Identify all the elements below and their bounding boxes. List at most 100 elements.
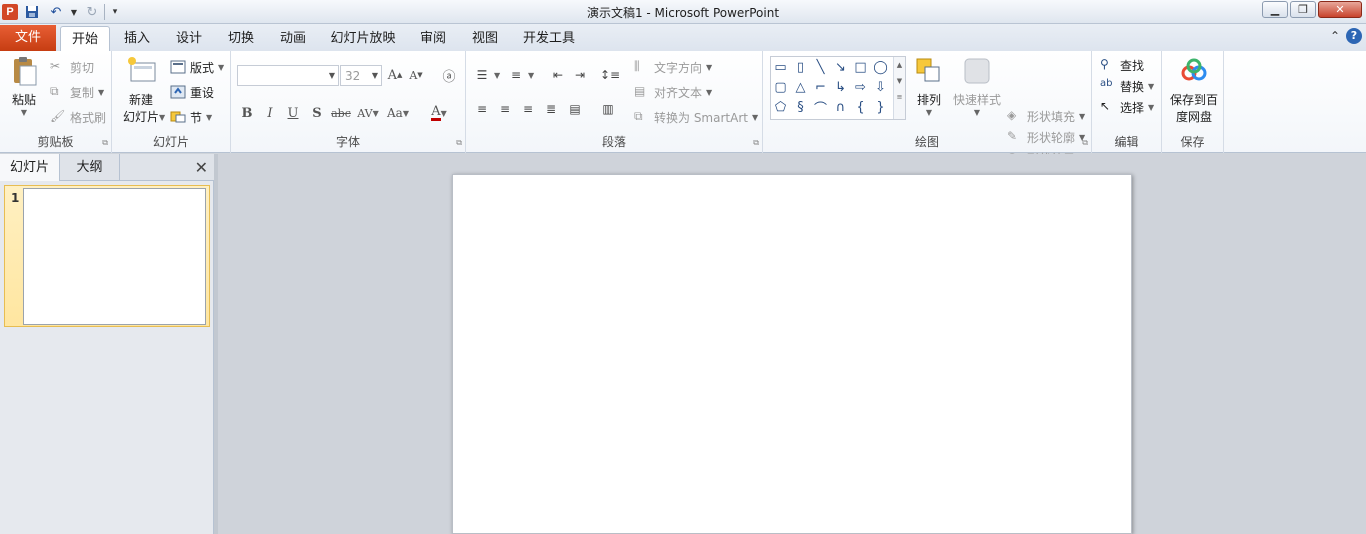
line-shape-icon[interactable]: ╲: [811, 58, 830, 77]
character-spacing-icon[interactable]: AV ▼: [357, 103, 379, 123]
replace-label: 替换: [1120, 79, 1145, 94]
line-spacing-icon[interactable]: ↕≡: [600, 65, 620, 85]
gallery-more-icon[interactable]: ≡: [894, 93, 905, 101]
section-button[interactable]: 节 ▼: [170, 107, 212, 127]
shrink-font-icon[interactable]: A ▼: [406, 65, 426, 85]
shape-fill-button[interactable]: ◈ 形状填充 ▼: [1007, 106, 1085, 126]
cut-button[interactable]: ✂ 剪切: [50, 57, 94, 77]
layout-button[interactable]: 版式 ▼: [170, 57, 224, 77]
slide-thumbnail[interactable]: [23, 188, 206, 325]
slide-thumbnail-item[interactable]: 1: [4, 185, 210, 327]
textbox-shape-icon[interactable]: ▭: [771, 58, 790, 77]
close-icon[interactable]: ✕: [195, 158, 208, 177]
rounded-rectangle-shape-icon[interactable]: ▢: [771, 78, 790, 97]
help-icon[interactable]: ?: [1346, 28, 1362, 44]
ribbon: 粘贴 ▼ ✂ 剪切 ⧉ 复制 ▼ 🖌 格式刷 剪贴板 ⧉ 新建 幻灯片 ▼ 版式…: [0, 51, 1366, 166]
tab-home[interactable]: 开始: [60, 26, 110, 52]
bullets-icon[interactable]: ☰: [472, 65, 492, 85]
arrange-button[interactable]: 排列 ▼: [910, 55, 948, 117]
strikethrough-icon[interactable]: abc: [331, 103, 351, 123]
font-color-icon[interactable]: A ▼: [429, 103, 449, 123]
justify-icon[interactable]: ≣: [541, 99, 561, 119]
decrease-indent-icon[interactable]: ⇤: [548, 65, 568, 85]
scribble-shape-icon[interactable]: §: [791, 98, 810, 117]
align-text-button[interactable]: ▤ 对齐文本 ▼: [634, 82, 712, 102]
tab-insert[interactable]: 插入: [115, 26, 159, 51]
align-right-icon[interactable]: ≡: [518, 99, 538, 119]
bold-icon[interactable]: B: [237, 103, 257, 123]
right-arrow-shape-icon[interactable]: ⇨: [851, 78, 870, 97]
pane-tab-slides[interactable]: 幻灯片: [0, 154, 60, 181]
collapse-ribbon-icon[interactable]: ⌃: [1330, 29, 1340, 43]
reset-button[interactable]: 重设: [170, 82, 214, 102]
freeform-shape-icon[interactable]: ⬠: [771, 98, 790, 117]
tab-view[interactable]: 视图: [463, 26, 507, 51]
italic-icon[interactable]: I: [260, 103, 280, 123]
clear-formatting-icon[interactable]: ⓐ: [439, 65, 459, 85]
tab-design[interactable]: 设计: [167, 26, 211, 51]
align-center-icon[interactable]: ≡: [495, 99, 515, 119]
font-size-combo[interactable]: 32 ▼: [340, 65, 382, 86]
title-bar: P ↶ ▼ ↻ ▾ 演示文稿1 - Microsoft PowerPoint ▁…: [0, 0, 1366, 24]
pane-tab-outline[interactable]: 大纲: [60, 154, 120, 181]
copy-button[interactable]: ⧉ 复制 ▼: [50, 82, 104, 102]
distributed-icon[interactable]: ▤: [565, 99, 585, 119]
oval-shape-icon[interactable]: ◯: [871, 58, 890, 77]
elbow-connector-shape-icon[interactable]: ⌐: [811, 78, 830, 97]
new-slide-dropdown-icon[interactable]: ▼: [159, 113, 165, 122]
gallery-down-icon[interactable]: ▼: [894, 77, 905, 85]
minimize-button[interactable]: ▁: [1262, 1, 1288, 18]
columns-icon[interactable]: ▥: [598, 99, 618, 119]
close-button[interactable]: ✕: [1318, 1, 1362, 18]
align-left-icon[interactable]: ≡: [472, 99, 492, 119]
slide-canvas[interactable]: [452, 174, 1132, 534]
left-brace-shape-icon[interactable]: {: [851, 98, 870, 117]
save-baidu-button[interactable]: 保存到百 度网盘: [1166, 55, 1222, 125]
arc-shape-icon[interactable]: ⌒: [811, 98, 830, 117]
shadow-icon[interactable]: S: [307, 103, 327, 123]
rectangle-shape-icon[interactable]: □: [851, 58, 870, 77]
text-direction-button[interactable]: ⫼ 文字方向 ▼: [634, 57, 712, 77]
quick-styles-button[interactable]: 快速样式 ▼: [950, 55, 1004, 117]
underline-icon[interactable]: U: [283, 103, 303, 123]
grow-font-icon[interactable]: A ▲: [385, 65, 405, 85]
increase-indent-icon[interactable]: ⇥: [570, 65, 590, 85]
format-painter-button[interactable]: 🖌 格式刷: [50, 107, 106, 127]
vertical-textbox-shape-icon[interactable]: ▯: [791, 58, 810, 77]
curve-shape-icon[interactable]: ∩: [831, 98, 850, 117]
bullets-dropdown-icon[interactable]: ▼: [494, 71, 500, 80]
new-slide-button[interactable]: 新建 幻灯片: [118, 55, 164, 125]
font-name-combo[interactable]: ▼: [237, 65, 339, 86]
restore-button[interactable]: ❐: [1290, 1, 1316, 18]
paragraph-launcher-icon[interactable]: ⧉: [753, 138, 759, 148]
tab-developer[interactable]: 开发工具: [517, 26, 581, 51]
convert-smartart-button[interactable]: ⧉ 转换为 SmartArt ▼: [634, 107, 758, 127]
numbering-dropdown-icon[interactable]: ▼: [528, 71, 534, 80]
tab-animations[interactable]: 动画: [271, 26, 315, 51]
shape-outline-label: 形状轮廓: [1027, 130, 1076, 145]
tab-review[interactable]: 审阅: [411, 26, 455, 51]
arrange-icon: [913, 55, 945, 87]
clipboard-launcher-icon[interactable]: ⧉: [102, 138, 108, 148]
tab-transitions[interactable]: 切换: [219, 26, 263, 51]
gallery-up-icon[interactable]: ▲: [894, 61, 905, 69]
change-case-icon[interactable]: Aa ▼: [387, 103, 409, 123]
down-arrow-shape-icon[interactable]: ⇩: [871, 78, 890, 97]
tab-slideshow[interactable]: 幻灯片放映: [325, 26, 401, 51]
triangle-shape-icon[interactable]: △: [791, 78, 810, 97]
tab-file[interactable]: 文件: [0, 25, 56, 51]
shapes-gallery-scroll[interactable]: ▲ ▼ ≡: [893, 57, 905, 119]
right-brace-shape-icon[interactable]: }: [871, 98, 890, 117]
elbow-arrow-shape-icon[interactable]: ↳: [831, 78, 850, 97]
arrow-line-shape-icon[interactable]: ↘: [831, 58, 850, 77]
cursor-icon: ↖: [1100, 99, 1111, 113]
format-painter-label: 格式刷: [70, 110, 107, 125]
select-button[interactable]: ↖ 选择 ▼: [1100, 97, 1154, 117]
numbering-icon[interactable]: ≡: [506, 65, 526, 85]
shape-outline-button[interactable]: ✎ 形状轮廓 ▼: [1007, 127, 1085, 147]
font-launcher-icon[interactable]: ⧉: [456, 138, 462, 148]
paste-button[interactable]: 粘贴 ▼: [4, 55, 44, 117]
find-button[interactable]: ⚲ 查找: [1100, 55, 1144, 75]
replace-button[interactable]: ab 替换 ▼: [1100, 76, 1154, 96]
ribbon-tabs: 文件 开始 插入 设计 切换 动画 幻灯片放映 审阅 视图 开发工具 ⌃ ?: [0, 24, 1366, 52]
